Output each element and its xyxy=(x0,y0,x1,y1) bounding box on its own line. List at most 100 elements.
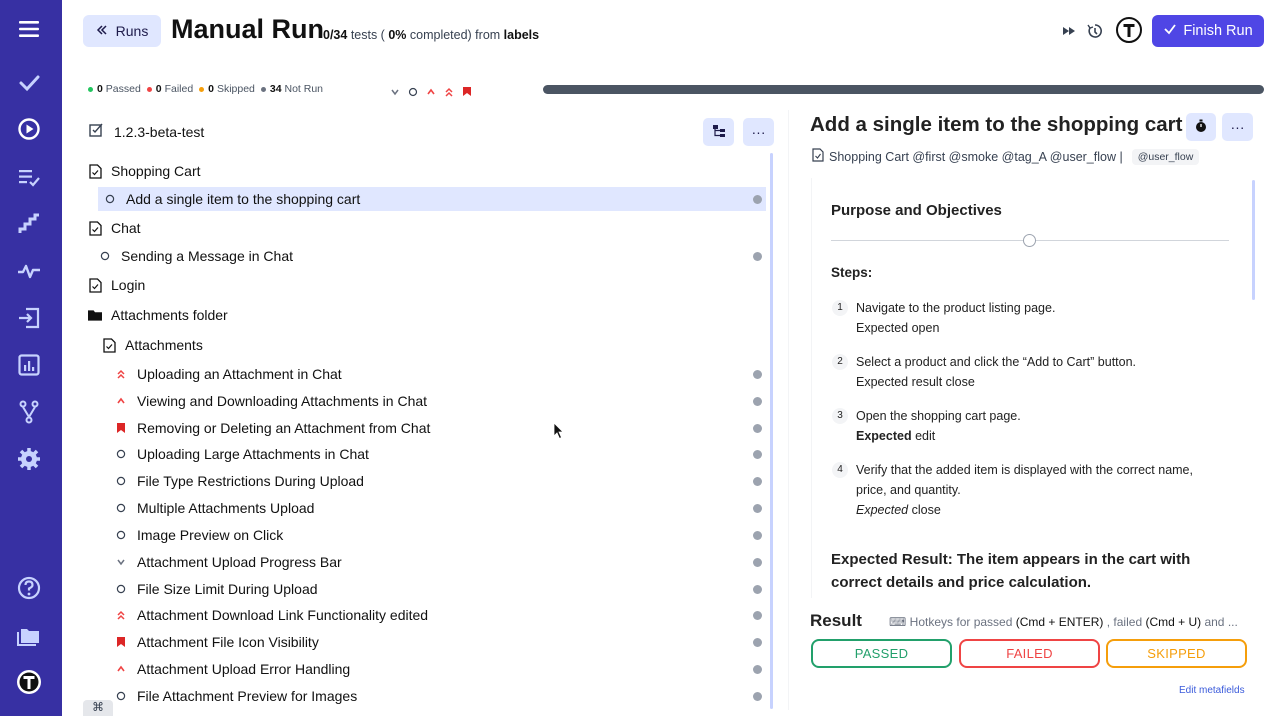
tree-suite[interactable]: Attachments folder xyxy=(88,303,228,327)
expected-result: Expected Result: The item appears in the… xyxy=(831,551,1191,591)
status-dot xyxy=(753,370,762,379)
tree-test-case[interactable]: Attachment File Icon Visibility xyxy=(114,630,319,654)
priority-filters xyxy=(390,84,472,102)
status-dot xyxy=(753,477,762,486)
double-chevron-up-icon xyxy=(114,608,128,622)
tree-item-label: Sending a Message in Chat xyxy=(121,248,293,264)
step-number: 3 xyxy=(832,408,848,424)
import-icon[interactable] xyxy=(16,305,42,331)
step-number: 2 xyxy=(832,354,848,370)
help-icon[interactable] xyxy=(16,575,42,601)
skipped-button[interactable]: SKIPPED xyxy=(1106,639,1247,668)
runs-label: Runs xyxy=(115,23,149,39)
test-tags: Shopping Cart @first @smoke @tag_A @user… xyxy=(812,148,1200,165)
chevron-down-icon xyxy=(114,555,128,569)
tree-more-button[interactable]: ··· xyxy=(743,118,774,146)
collapse-toggle[interactable] xyxy=(1023,234,1036,247)
detail-more-button[interactable]: ··· xyxy=(1222,113,1253,141)
tree-test-case[interactable]: Image Preview on Click xyxy=(114,523,283,547)
tree-item-label: File Attachment Preview for Images xyxy=(137,688,358,704)
pulse-icon[interactable] xyxy=(16,258,42,284)
tree-test-case[interactable]: Viewing and Downloading Attachments in C… xyxy=(114,389,427,413)
tree-test-case[interactable]: Uploading an Attachment in Chat xyxy=(114,362,342,386)
chevron-up-icon xyxy=(114,662,128,676)
edit-metafields-link[interactable]: Edit metafields xyxy=(1179,685,1245,696)
status-dot xyxy=(753,195,762,204)
back-to-runs-button[interactable]: Runs xyxy=(83,15,161,47)
play-icon[interactable] xyxy=(16,116,42,142)
tree-suite[interactable]: Attachments xyxy=(102,333,203,357)
circle-icon[interactable] xyxy=(408,84,418,102)
file-icon xyxy=(812,148,824,165)
bookmark-icon xyxy=(114,635,128,649)
notrun-stat[interactable]: 34 Not Run xyxy=(260,83,323,95)
step-number: 4 xyxy=(832,462,848,478)
tree-view-button[interactable] xyxy=(703,118,734,146)
tree-item-label: File Size Limit During Upload xyxy=(137,581,318,597)
chevron-up-icon[interactable] xyxy=(426,84,436,102)
list-check-icon[interactable] xyxy=(16,164,42,190)
timer-reset-icon[interactable] xyxy=(1086,22,1104,40)
tree-item-label: Uploading an Attachment in Chat xyxy=(137,366,342,382)
test-run-root[interactable]: 1.2.3-beta-test xyxy=(88,122,204,141)
circle-icon xyxy=(114,528,128,542)
section-title: Purpose and Objectives xyxy=(831,202,1002,219)
stopwatch-icon xyxy=(1194,119,1208,136)
tree-item-label: Multiple Attachments Upload xyxy=(137,500,315,516)
skipped-stat[interactable]: 0 Skipped xyxy=(199,83,255,95)
tree-item-label: Add a single item to the shopping cart xyxy=(126,191,361,207)
tree-test-case[interactable]: File Attachment Preview for Images xyxy=(114,684,357,708)
finish-run-button[interactable]: Finish Run xyxy=(1152,15,1264,47)
hotkeys-hint: ⌨ Hotkeys for passed (Cmd + ENTER) , fai… xyxy=(889,615,1238,629)
tree-test-case[interactable]: File Size Limit During Upload xyxy=(114,577,318,601)
tree-test-case[interactable]: Attachment Upload Error Handling xyxy=(114,657,350,681)
bookmark-icon[interactable] xyxy=(462,84,472,102)
tree-suite[interactable]: Login xyxy=(88,273,145,297)
fast-forward-icon[interactable] xyxy=(1060,22,1078,40)
failed-stat[interactable]: 0 Failed xyxy=(146,83,193,95)
tree-test-case[interactable]: Add a single item to the shopping cart xyxy=(98,187,766,211)
branch-icon[interactable] xyxy=(16,399,42,425)
tree-scrollbar[interactable] xyxy=(770,153,773,709)
logo-icon[interactable] xyxy=(16,669,42,695)
failed-button[interactable]: FAILED xyxy=(959,639,1100,668)
tree-test-case[interactable]: Removing or Deleting an Attachment from … xyxy=(114,416,430,440)
tree-test-case[interactable]: File Type Restrictions During Upload xyxy=(114,469,364,493)
command-palette-button[interactable]: ⌘ xyxy=(83,700,113,716)
status-dot xyxy=(753,638,762,647)
check-icon[interactable] xyxy=(16,70,42,96)
chart-icon[interactable] xyxy=(16,352,42,378)
status-dot xyxy=(753,450,762,459)
tree-item-label: Attachments folder xyxy=(111,307,228,323)
passed-stat[interactable]: 0 Passed xyxy=(88,83,141,95)
tree-test-case[interactable]: Attachment Download Link Functionality e… xyxy=(114,603,428,627)
settings-icon[interactable] xyxy=(16,446,42,472)
circle-icon xyxy=(114,689,128,703)
more-icon: ··· xyxy=(1230,119,1245,135)
file-icon xyxy=(88,220,102,236)
tree-test-case[interactable]: Uploading Large Attachments in Chat xyxy=(114,442,369,466)
tree-test-case[interactable]: Attachment Upload Progress Bar xyxy=(114,550,342,574)
tree-suite[interactable]: Shopping Cart xyxy=(88,159,201,183)
status-dot xyxy=(753,665,762,674)
detail-scrollbar[interactable] xyxy=(1252,180,1255,300)
passed-button[interactable]: PASSED xyxy=(811,639,952,668)
tree-test-case[interactable]: Multiple Attachments Upload xyxy=(114,496,314,520)
panel-divider[interactable] xyxy=(788,110,789,710)
double-chevron-up-icon[interactable] xyxy=(444,84,454,102)
menu-icon[interactable] xyxy=(16,16,42,42)
chevron-down-icon[interactable] xyxy=(390,84,400,102)
timer-button[interactable] xyxy=(1186,113,1216,141)
tree-item-label: Image Preview on Click xyxy=(137,527,284,543)
tag-pill[interactable]: @user_flow xyxy=(1131,148,1200,165)
step-text: Navigate to the product listing page. Exp… xyxy=(856,301,1056,335)
folders-icon[interactable] xyxy=(16,622,42,648)
run-progress-bar xyxy=(543,85,1264,94)
tree-suite[interactable]: Chat xyxy=(88,216,141,240)
mouse-cursor-icon xyxy=(553,422,565,445)
stairs-icon[interactable] xyxy=(16,211,42,237)
tree-test-case[interactable]: Sending a Message in Chat xyxy=(98,244,293,268)
double-chevron-up-icon xyxy=(114,367,128,381)
user-avatar-icon[interactable] xyxy=(1116,17,1142,43)
keyboard-icon: ⌨ xyxy=(889,615,907,629)
